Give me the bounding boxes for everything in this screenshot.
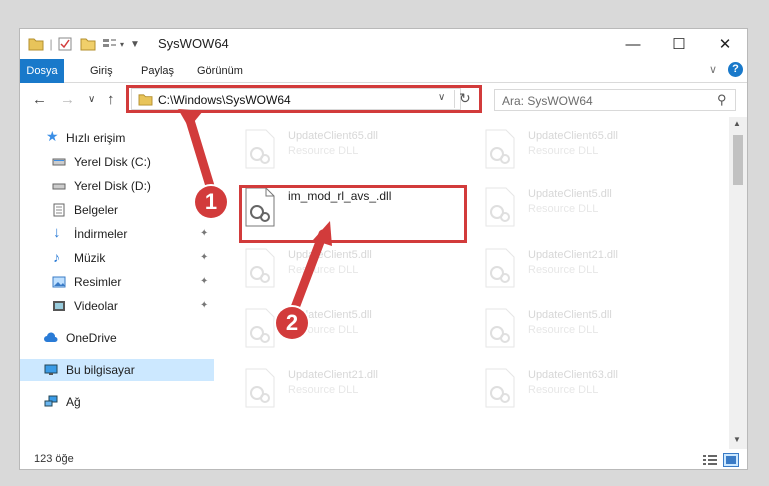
arrow-2: [288, 229, 328, 318]
arrow-1: [184, 112, 215, 191]
callout-1: 1: [195, 186, 227, 218]
arrowhead-1: [178, 109, 203, 128]
annotation-arrows: [178, 109, 332, 318]
callout-2: 2: [276, 307, 308, 339]
